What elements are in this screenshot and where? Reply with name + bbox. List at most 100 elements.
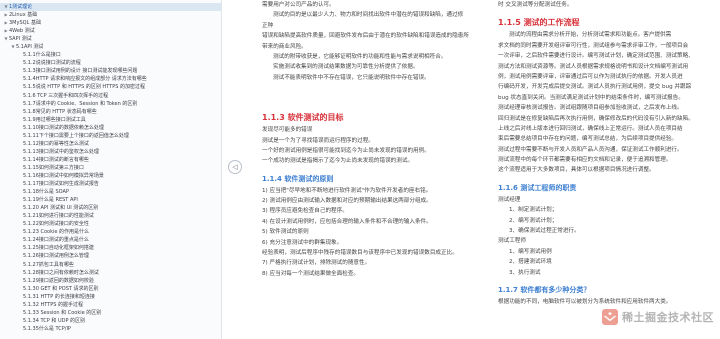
- paragraph-line: 一个成功的测试是指揭示了迄今为止尚未发现的错误的测试。: [262, 158, 414, 165]
- paragraph-line: 8) 应当对每一个测试结果做全面检查。: [262, 270, 360, 277]
- toc-item[interactable]: 5.1.23 Cookie 的作用是什么: [0, 228, 221, 236]
- toc-item[interactable]: 5.1.27抓包工具有哪些: [0, 261, 221, 269]
- toc-item[interactable]: ▼ 5.1API 测试: [0, 43, 221, 51]
- toc-item[interactable]: 5.1.10接口测试的数据依赖怎么处理: [0, 124, 221, 132]
- paragraph-line: 2) 测试用例应由测试输入数据和对应的预期输出结果这两部分组成。: [262, 198, 432, 205]
- paragraph-line: 需要用户对公司产品的认可。: [262, 2, 335, 8]
- toc-item[interactable]: 5.1.3接口测试用例的设计 接口测试能发现哪些问题: [0, 67, 221, 75]
- subsection-heading: 1.1.4 软件测试的原则: [262, 174, 334, 183]
- paragraph-line: bug 状态直到关闭。当测试满足测试计划中的结束条件时，编写测试报告。: [498, 94, 684, 101]
- toc-item[interactable]: 5.1.21如何进行接口的性能测试: [0, 212, 221, 220]
- paragraph-line: 实施测试收集到的测试结果数据为可靠性分析提供了依据。: [273, 64, 419, 71]
- toc-item[interactable]: 5.1.16接口测试中如何模拟异常场景: [0, 172, 221, 180]
- toc-item-label: 5.1.20 API 测试和 UI 测试的区别: [23, 205, 99, 212]
- toc-item[interactable]: 5.1.31 HTTP 的长连接和短连接: [0, 293, 221, 301]
- toc-item[interactable]: 5.1.20 API 测试和 UI 测试的区别: [0, 204, 221, 212]
- toc-item[interactable]: 5.1.2说说接口测试的流程: [0, 59, 221, 67]
- chevron-left-icon: ◁: [232, 162, 238, 171]
- paragraph-line: 5) 软件测试的原则: [262, 229, 309, 236]
- toc-item[interactable]: 5.1.6 TCP 三次握手和四次挥手的过程: [0, 92, 221, 100]
- toc-item-label: 5.1.22如何测试接口的安全性: [23, 221, 89, 228]
- toc-item-label: 5.1.7请求中的 Cookie、Session 和 Token 的区别: [23, 100, 138, 107]
- toc-item-label: 5.1.3接口测试用例的设计 接口测试能发现哪些问题: [23, 68, 138, 75]
- toc-item[interactable]: 5.1.34 TCP 和 UDP 的区别: [0, 317, 221, 325]
- toc-item-label: 5.1.29接口返回的数据如何校验: [23, 277, 94, 284]
- toc-item-label: 5.1.34 TCP 和 UDP 的区别: [23, 317, 86, 324]
- toc-item[interactable]: 5.1.11下个接口需要上个接口的返回值怎么处理: [0, 132, 221, 140]
- toc-item-label: 5.1.35什么是 TCP/IP: [23, 325, 71, 332]
- toc-item-label: 5.1.32 HTTPS 的握手过程: [23, 301, 84, 308]
- paragraph-line: 测试过程中需要不断与开发人员和产品人员沟通，保证测试工作顺利进行。: [498, 146, 683, 153]
- toc-item-label: 5.1.14接口测试的断言有哪些: [23, 156, 89, 163]
- watermark: 稀土掘金技术社区: [602, 309, 714, 325]
- paragraph-line: 束后需要总结项目中存在的问题，编写测试总结，为后续项目提供经验。: [498, 136, 678, 143]
- toc-item[interactable]: 5.1.8常见的 HTTP 状态码有哪些: [0, 108, 221, 116]
- toc-item[interactable]: 5.1.15如何测试第三方接口: [0, 164, 221, 172]
- collapse-sidebar-button[interactable]: ◁: [228, 160, 242, 174]
- section-heading: 1.1.3 软件测试的目标: [262, 113, 344, 123]
- document-page-left: 需要用户对公司产品的认可。 测试的目的是以最少人力、物力和时间找出软件中潜在的错误…: [262, 0, 472, 339]
- paragraph-line: 这个流程适用于大多数项目，具体可以根据项目情况进行调整。: [498, 167, 655, 174]
- juejin-logo-icon: [602, 309, 618, 325]
- paragraph-line: 发现尽可能多的错误: [262, 127, 313, 134]
- subsection-heading: 1.1.7 软件都有多少种分类？: [498, 285, 591, 294]
- toc-item[interactable]: 5.1.14接口测试的断言有哪些: [0, 156, 221, 164]
- toc-item-label: 5.1.21如何进行接口的性能测试: [23, 213, 94, 220]
- toc-item[interactable]: 5.1.18什么是 SOAP: [0, 188, 221, 196]
- toc-item[interactable]: 5.1.26接口测试用例怎么管理: [0, 252, 221, 260]
- paragraph-line: 一次评审，之后软件需要进行设计。编写测试计划，确定测试范围、测试策略、: [498, 53, 694, 60]
- paragraph-line: 上线之后对线上版本进行回归测试，确保线上正常运行。测试人员在项目结: [498, 125, 683, 132]
- toc-item[interactable]: 5.1.24接口测试的重点是什么: [0, 236, 221, 244]
- toc-item[interactable]: 5.1.12接口的幂等性怎么测试: [0, 140, 221, 148]
- toc-item[interactable]: 5.1.35什么是 TCP/IP: [0, 325, 221, 333]
- toc-item-label: 3MySQL 基础: [9, 20, 41, 27]
- toc-item[interactable]: 5.1.29接口返回的数据如何校验: [0, 277, 221, 285]
- paragraph-line: 1、编写测试用例: [509, 248, 552, 255]
- paragraph-line: 根据功能的不同，电脑软件可以被划分为系统软件和应用软件两大类。: [498, 298, 672, 305]
- toc-item[interactable]: 5.1.22如何测试接口的安全性: [0, 220, 221, 228]
- toc-item-label: 2Linux 基础: [9, 12, 38, 19]
- toc-item[interactable]: 5.1.4HTTP 请求和响应报文的组成部分 请求方法有哪些: [0, 75, 221, 83]
- paragraph-line: 测试的流程由需求分析开始，分析测试需求和功能点。客户提供需: [509, 32, 672, 39]
- toc-item[interactable]: 5.1.5说说 HTTP 和 HTTPS 的区别 HTTPS 的加密过程: [0, 83, 221, 91]
- toc-item-label: 5API 测试: [9, 36, 32, 43]
- toc-item[interactable]: ▶ 2Linux 基础: [0, 11, 221, 19]
- paragraph-line: 7) 严格执行测试计划，排除测试的随意性。: [262, 260, 371, 267]
- paragraph-line: 求文档的同时需要开发组评审可行性，测试组参与需求评审工作，一般项目会: [498, 42, 689, 49]
- paragraph-line: 2、搭建测试环境: [509, 259, 552, 266]
- toc-item[interactable]: ▼ 5API 测试: [0, 35, 221, 43]
- toc-item[interactable]: 5.1.32 HTTPS 的握手过程: [0, 301, 221, 309]
- toc-item[interactable]: 5.1.28接口之间有依赖时怎么测试: [0, 269, 221, 277]
- document-page-right: 时 交叉测试等分配测试任务。 1.1.5 测试的工作流程 测试的流程由需求分析开始，…: [498, 0, 720, 339]
- toc-item-label: 5.1.1什么是接口: [23, 52, 61, 59]
- toc-item[interactable]: 5.1.17接口测试如何生成测试报告: [0, 180, 221, 188]
- toc-item-label: 5.1.24接口测试的重点是什么: [23, 237, 89, 244]
- paragraph-line: 时 交叉测试等分配测试任务。: [498, 2, 573, 8]
- toc-item-label: 5.1.13接口测试中的鉴权怎么处理: [23, 148, 99, 155]
- toc-item[interactable]: ▼ 1测试理论: [0, 3, 221, 12]
- toc-item[interactable]: 5.1.33 Session 和 Cookie 的区别: [0, 309, 221, 317]
- toc-item-label: 5.1.17接口测试如何生成测试报告: [23, 181, 99, 188]
- toc-tree: ▼ 1测试理论 ▶ 2Linux 基础 ▶ 3MySQL 基础 ▶ 4Web 测试 ▼ 5API …: [0, 0, 221, 333]
- toc-item-label: 5.1.8常见的 HTTP 状态码有哪些: [23, 108, 97, 115]
- paragraph-line: 测试的附带收获是，它能够证明软件的功能和性能与需求说明相符合。: [273, 53, 447, 60]
- paragraph-line: 测试工程师: [498, 238, 526, 245]
- toc-item-label: 5.1.12接口的幂等性怎么测试: [23, 140, 89, 147]
- toc-item[interactable]: 5.1.9用过哪些接口测试工具: [0, 116, 221, 124]
- toc-item[interactable]: ▶ 3MySQL 基础: [0, 19, 221, 27]
- toc-item-label: 5.1.15如何测试第三方接口: [23, 164, 84, 171]
- paragraph-line: 测试流程中的每个环节都需要有相应的文档和记录，便于追溯和管理。: [498, 157, 672, 164]
- toc-item[interactable]: 5.1.1什么是接口: [0, 51, 221, 59]
- toc-item-label: 5.1.26接口测试用例怎么管理: [23, 253, 89, 260]
- toc-item[interactable]: 5.1.30 GET 和 POST 请求的区别: [0, 285, 221, 293]
- toc-item[interactable]: 5.1.25接口自动化框架如何搭建: [0, 244, 221, 252]
- toc-item-label: 4Web 测试: [9, 28, 35, 35]
- paragraph-line: 测试方法和测试资源等。测试人员根据需求规格说明书和设计文档编写测试用: [498, 63, 689, 70]
- toc-item[interactable]: 5.1.7请求中的 Cookie、Session 和 Token 的区别: [0, 100, 221, 108]
- toc-item[interactable]: ▶ 4Web 测试: [0, 27, 221, 35]
- paragraph-line: 回归测试是在修复缺陷后再次执行用例，确保修改后的代码没有引入新的缺陷。: [498, 115, 694, 122]
- toc-item[interactable]: 5.1.13接口测试中的鉴权怎么处理: [0, 148, 221, 156]
- subsection-heading: 1.1.6 测试工程师的职责: [498, 183, 577, 192]
- toc-item[interactable]: 5.1.19什么是 REST API: [0, 196, 221, 204]
